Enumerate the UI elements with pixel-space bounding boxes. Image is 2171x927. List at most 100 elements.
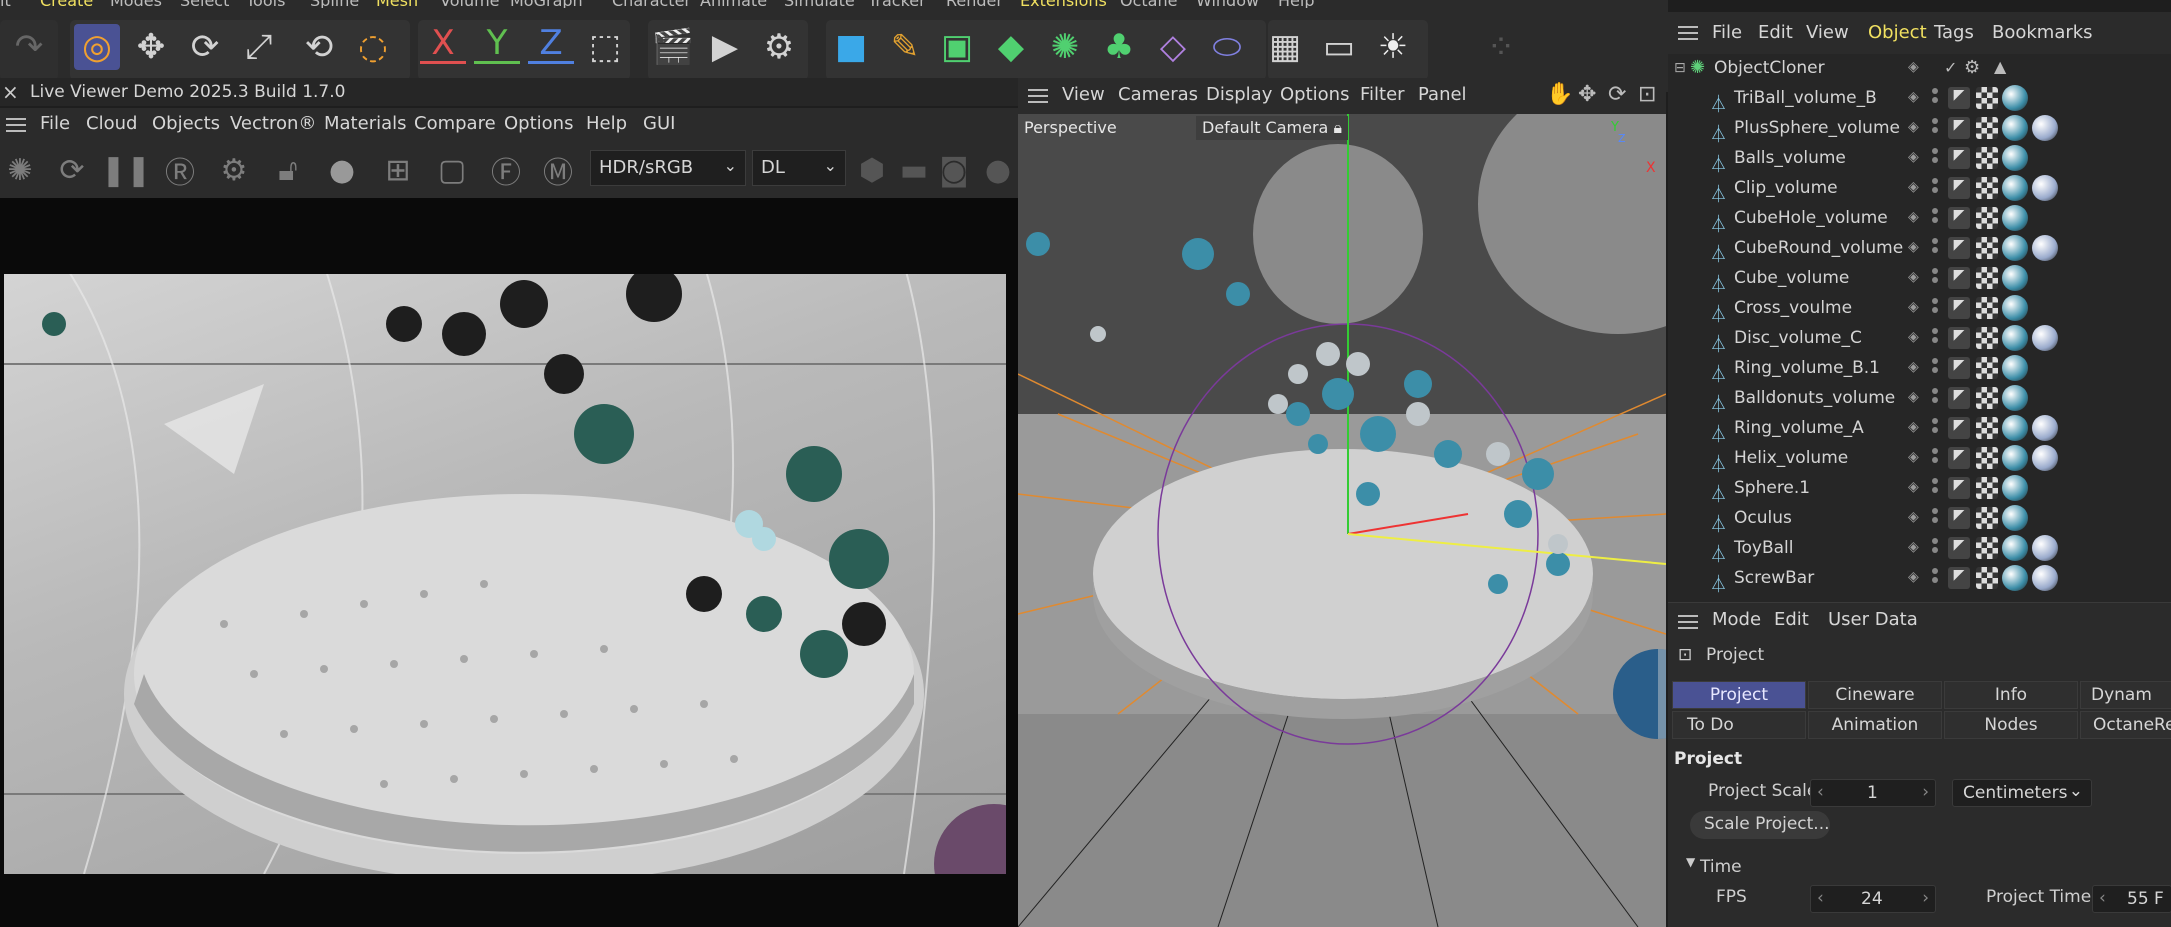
lv-menu-objects[interactable]: Objects (152, 113, 220, 134)
lv-menu-help[interactable]: Help (586, 113, 627, 134)
scale-icon[interactable]: ⤢ (236, 24, 282, 70)
layer-icon[interactable]: ◈ (1908, 269, 1919, 285)
unit-dropdown[interactable]: Centimeters ⌄ (1952, 779, 2092, 807)
material-tag-icon[interactable] (2002, 115, 2028, 141)
kernel-dropdown[interactable]: DL ⌄ (752, 150, 846, 186)
clapper-icon[interactable]: 🎬 (650, 24, 696, 70)
lv-menu-compare[interactable]: Compare (414, 113, 496, 134)
tab-cineware[interactable]: Cineware (1808, 681, 1942, 709)
visibility-dots-icon[interactable] (1932, 448, 1938, 468)
layer-icon[interactable]: ◈ (1908, 179, 1919, 195)
uvw-tag-icon[interactable] (1976, 237, 1998, 259)
layer-icon[interactable]: ◈ (1908, 149, 1919, 165)
rotate-view-icon[interactable]: ⟳ (1608, 82, 1626, 107)
om-menu-file[interactable]: File (1712, 22, 1742, 43)
object-row[interactable]: ⏃ ScrewBar ◈ ◤ (1668, 564, 2171, 595)
object-row[interactable]: ⏃ Disc_volume_C ◈ ◤ (1668, 324, 2171, 355)
tab-octane[interactable]: OctaneRe (2080, 711, 2171, 739)
lv-menu-cloud[interactable]: Cloud (86, 113, 137, 134)
phong-tag-icon[interactable]: ◤ (1948, 147, 1970, 169)
material-tag-icon[interactable] (2032, 325, 2058, 351)
octane-icon[interactable]: ✺ (0, 150, 40, 190)
hamburger-icon[interactable] (6, 118, 26, 132)
cube-icon[interactable]: ■ (828, 24, 874, 70)
visibility-dots-icon[interactable] (1932, 88, 1938, 108)
layer-icon[interactable]: ◈ (1908, 119, 1919, 135)
layer-icon[interactable]: ◈ (1908, 89, 1919, 105)
material-tag-icon[interactable] (2002, 565, 2028, 591)
phong-tag-icon[interactable]: ◤ (1948, 447, 1970, 469)
top-menu-item[interactable]: Help (1278, 0, 1314, 8)
om-menu-view[interactable]: View (1806, 22, 1849, 43)
visibility-dots-icon[interactable] (1932, 388, 1938, 408)
object-row[interactable]: ⏃ CubeHole_volume ◈ ◤ (1668, 204, 2171, 235)
visibility-dots-icon[interactable] (1932, 418, 1938, 438)
uvw-tag-icon[interactable] (1976, 477, 1998, 499)
visibility-dots-icon[interactable] (1932, 238, 1938, 258)
lv-menu-file[interactable]: File (40, 113, 70, 134)
uvw-tag-icon[interactable] (1976, 447, 1998, 469)
material-tag-icon[interactable] (2002, 385, 2028, 411)
material-tag-icon[interactable] (2032, 115, 2058, 141)
color-space-dropdown[interactable]: HDR/sRGB ⌄ (590, 150, 746, 186)
uvw-tag-icon[interactable] (1976, 327, 1998, 349)
material-tag-icon[interactable] (2002, 325, 2028, 351)
top-menu-item[interactable]: Mesh (376, 0, 418, 8)
grid-icon[interactable]: ▦ (1262, 24, 1308, 70)
top-menu-item[interactable]: Spline (310, 0, 359, 8)
am-menu-edit[interactable]: Edit (1774, 609, 1809, 630)
material-tag-icon[interactable] (2032, 535, 2058, 561)
top-menu-item[interactable]: Extensions (1020, 0, 1107, 8)
phong-tag-icon[interactable]: ◤ (1948, 567, 1970, 589)
visibility-dots-icon[interactable] (1932, 568, 1938, 588)
visibility-dots-icon[interactable] (1932, 328, 1938, 348)
chevron-left-icon[interactable]: ‹ (1817, 782, 1824, 802)
tab-todo[interactable]: To Do (1672, 711, 1806, 739)
layer-icon[interactable]: ◈ (1908, 419, 1919, 435)
phong-tag-icon[interactable]: ◤ (1948, 507, 1970, 529)
layer-icon[interactable]: ◈ (1908, 479, 1919, 495)
tab-dynamics[interactable]: Dynam (2080, 681, 2171, 709)
vp-menu-view[interactable]: View (1062, 84, 1105, 105)
layer-icon[interactable]: ◈ (1908, 449, 1919, 465)
vp-menu-display[interactable]: Display (1206, 84, 1272, 105)
uvw-tag-icon[interactable] (1976, 297, 1998, 319)
phong-tag-icon[interactable]: ◤ (1948, 267, 1970, 289)
material-tag-icon[interactable] (2032, 235, 2058, 261)
scale-project-button[interactable]: Scale Project... (1690, 811, 1830, 839)
phong-tag-icon[interactable]: ◤ (1948, 417, 1970, 439)
material-tag-icon[interactable] (2032, 175, 2058, 201)
render-settings-icon[interactable]: ⚙ (756, 24, 802, 70)
restart-icon[interactable]: ⟳ (52, 150, 92, 190)
uvw-tag-icon[interactable] (1976, 267, 1998, 289)
phong-tag-icon[interactable]: ◤ (1948, 87, 1970, 109)
visibility-dots-icon[interactable] (1932, 208, 1938, 228)
move-icon[interactable]: ✥ (128, 24, 174, 70)
region-icon[interactable]: Ⓡ (160, 150, 200, 191)
material-tag-icon[interactable] (2002, 235, 2028, 261)
visibility-dots-icon[interactable] (1932, 148, 1938, 168)
uvw-tag-icon[interactable] (1976, 117, 1998, 139)
material-tag-icon[interactable] (2002, 85, 2028, 111)
coordinate-system-icon[interactable]: ⬚ (582, 24, 628, 70)
live-selection-icon[interactable]: ◎ (74, 24, 120, 70)
field-icon[interactable]: ⬭ (1204, 24, 1250, 70)
top-menu-item[interactable]: Octane (1120, 0, 1177, 8)
hamburger-icon[interactable] (1678, 26, 1698, 40)
chevron-left-icon[interactable]: ‹ (1817, 888, 1824, 908)
object-row[interactable]: ⏃ Sphere.1 ◈ ◤ (1668, 474, 2171, 505)
phong-tag-icon[interactable]: ◤ (1948, 387, 1970, 409)
lv-menu-gui[interactable]: GUI (643, 113, 675, 134)
axis-z-lock[interactable]: Z (528, 24, 574, 64)
am-menu-user-data[interactable]: User Data (1828, 609, 1918, 630)
collapse-icon[interactable]: ⊟ (1674, 60, 1686, 76)
phong-tag-icon[interactable]: ◤ (1948, 297, 1970, 319)
top-menu-item[interactable]: Character (612, 0, 691, 8)
light-icon[interactable]: ☀ (1370, 24, 1416, 70)
tab-info[interactable]: Info (1944, 681, 2078, 709)
material-tag-icon[interactable] (2002, 415, 2028, 441)
material-tag-icon[interactable] (2002, 145, 2028, 171)
tab-animation[interactable]: Animation (1808, 711, 1942, 739)
vp-menu-cameras[interactable]: Cameras (1118, 84, 1198, 105)
visibility-dots-icon[interactable] (1932, 538, 1938, 558)
